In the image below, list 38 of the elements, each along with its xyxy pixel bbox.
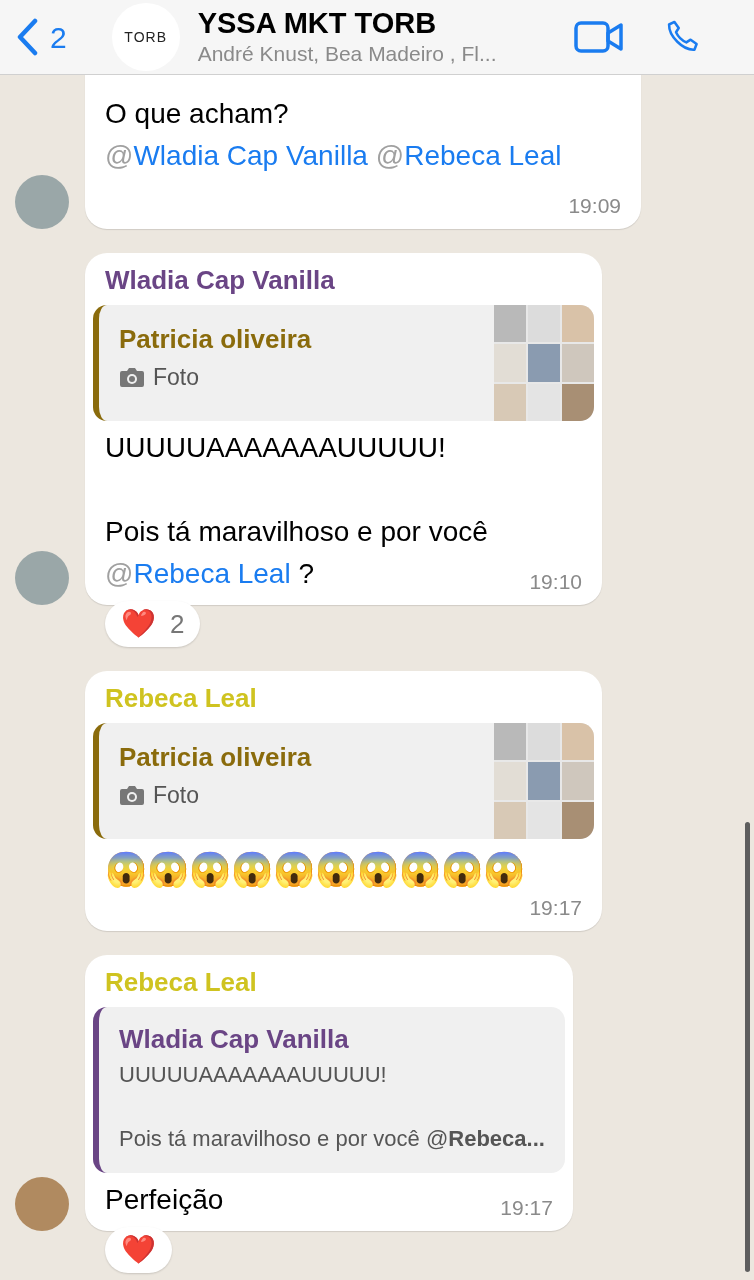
avatar[interactable] [15, 1177, 69, 1231]
reaction-pill[interactable]: ❤ 2 [105, 601, 201, 647]
sender-name[interactable]: Wladia Cap Vanilla [93, 263, 594, 297]
quote-text: UUUUUAAAAAAAUUUUU! Pois tá maravilhoso e por você @Rebeca... [119, 1061, 545, 1153]
photo-placeholder[interactable] [494, 723, 594, 839]
reaction-emoji: ❤ [121, 609, 156, 639]
photo-label: Foto [153, 363, 200, 391]
chat-title[interactable]: YSSA MKT TORB [197, 6, 574, 40]
avatar[interactable] [15, 175, 69, 229]
quote-author: Wladia Cap Vanilla [119, 1023, 350, 1055]
back-button[interactable]: 2 [16, 14, 67, 60]
message-time: 19:10 [529, 569, 582, 595]
quoted-message[interactable]: Patricia oliveira Foto [93, 723, 594, 839]
camera-icon [119, 784, 145, 806]
reaction-pill[interactable]: ❤ [105, 1227, 172, 1273]
back-icon [16, 18, 38, 56]
message-time: 19:09 [568, 193, 621, 219]
reaction-count: 2 [170, 607, 185, 641]
avatar[interactable] [15, 551, 69, 605]
message-time: 19:17 [529, 895, 582, 921]
mention-link[interactable]: @Wladia Cap Vanilla [105, 140, 368, 171]
quote-author: Patricia oliveira [119, 323, 313, 355]
message-text: UUUUUAAAAAAAUUUUU! Pois tá maravilhoso e por você @Rebeca Leal ? 19:10 [105, 431, 582, 595]
chat-members: André Knust, Bea Madeiro , Fl... [197, 41, 498, 67]
group-avatar[interactable]: TORB [111, 3, 180, 71]
video-call-icon[interactable] [574, 21, 624, 53]
reaction-emoji: ❤ [121, 1235, 156, 1265]
message-time: 19:17 [500, 1195, 553, 1221]
emoji-text: 😱😱😱😱😱😱😱😱😱😱 [105, 849, 526, 890]
quoted-message[interactable]: Wladia Cap Vanilla UUUUUAAAAAAAUUUUU! Pois tá maravilhoso e por você @Rebeca... [93, 1007, 565, 1173]
photo-label: Foto [153, 781, 200, 809]
quote-author: Patricia oliveira [119, 741, 313, 773]
mention-link[interactable]: @Rebeca Leal [105, 558, 291, 589]
camera-icon [119, 366, 145, 388]
photo-placeholder[interactable] [494, 305, 594, 421]
message-text: Perfeição 19:17 [105, 1183, 553, 1221]
mention-link[interactable]: @Rebeca Leal [375, 140, 562, 171]
quoted-message[interactable]: Patricia oliveira Foto [93, 305, 594, 421]
